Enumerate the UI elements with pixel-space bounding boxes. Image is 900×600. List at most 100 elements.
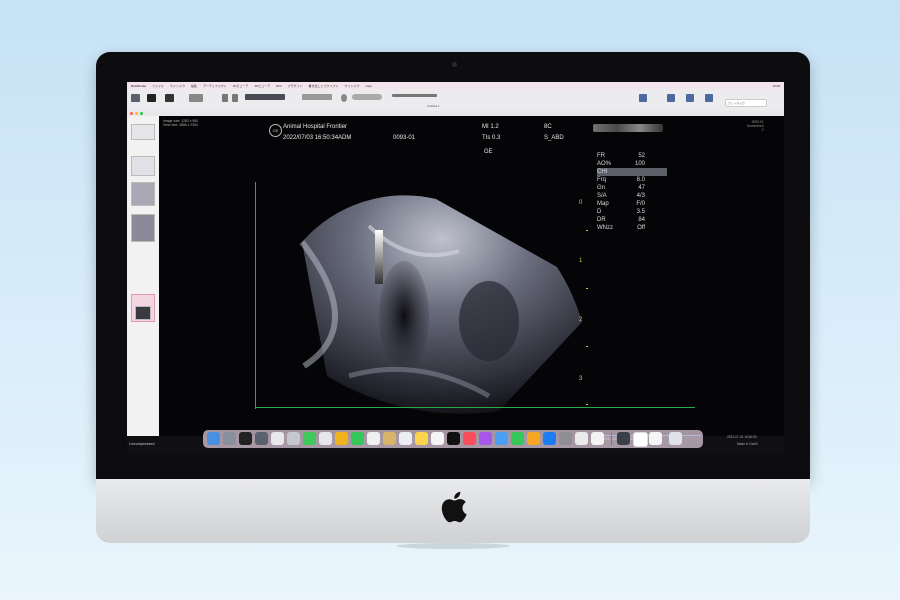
trash-icon[interactable]: [669, 432, 682, 445]
series-info: 0093-01 Uncentered 2: [747, 120, 763, 133]
export-icon[interactable]: [639, 94, 647, 102]
imac-chin: [96, 479, 810, 543]
menu-item-artifact[interactable]: アーティファクト: [203, 84, 227, 88]
share-icon[interactable]: [667, 94, 675, 102]
gray-scale-bar: [375, 230, 383, 284]
downloads-icon[interactable]: [649, 432, 662, 445]
depth-tick-label: 3: [579, 376, 583, 382]
ge-logo-text: GE: [272, 128, 279, 133]
menu-item-3d[interactable]: 3Dビューア: [254, 84, 270, 88]
active-thumbnail-image: [135, 306, 151, 320]
settings-icon[interactable]: [559, 432, 572, 445]
info-icon[interactable]: [705, 94, 713, 102]
menu-item-roi[interactable]: ROI: [276, 84, 281, 88]
depth-minor-tick: [586, 346, 588, 347]
calendar-icon[interactable]: [351, 432, 364, 445]
compression-status: Uncompressed: [129, 442, 155, 446]
menu-item-window2[interactable]: ウインドウ: [345, 84, 360, 88]
series-thumbnail[interactable]: [131, 124, 155, 140]
orientation-slider[interactable]: [392, 94, 437, 97]
probe-label: 8C: [544, 124, 552, 130]
menu-item-2d[interactable]: 2Dビューア: [233, 84, 249, 88]
layout-icon[interactable]: [302, 94, 332, 100]
menu-app-name[interactable]: OsiriX Lite: [131, 84, 146, 88]
param-key: S/A: [597, 193, 607, 199]
print-icon[interactable]: [686, 94, 694, 102]
imac: OsiriX Lite ファイル ウインドウ 編集 アーティファクト 2Dビュー…: [96, 52, 810, 549]
status-icons: [593, 124, 663, 132]
param-key: CHI: [597, 169, 608, 175]
param-value: 3.5: [636, 209, 645, 215]
stand-shadow: [396, 543, 510, 549]
param-key: FR: [597, 153, 605, 159]
caliper-vertical: [255, 182, 256, 409]
series-thumbnail[interactable]: [131, 214, 155, 242]
pages-icon[interactable]: [527, 432, 540, 445]
display-bezel: OsiriX Lite ファイル ウインドウ 編集 アーティファクト 2Dビュー…: [96, 52, 810, 479]
preview-icon[interactable]: [591, 432, 604, 445]
facetime-video-icon[interactable]: [335, 432, 348, 445]
close-icon[interactable]: [130, 112, 133, 115]
keynote-icon[interactable]: [495, 432, 508, 445]
podcasts-icon[interactable]: [479, 432, 492, 445]
zoom-window-icon[interactable]: [140, 112, 143, 115]
numbers-icon[interactable]: [511, 432, 524, 445]
database-icon[interactable]: [131, 94, 140, 102]
series-thumbnail[interactable]: [131, 156, 155, 176]
depth-tick-label: 0: [579, 200, 583, 206]
image-viewer[interactable]: [159, 116, 784, 436]
command-search-input[interactable]: コマンドを入力: [725, 99, 767, 107]
zoom-icon[interactable]: [232, 94, 238, 102]
photos-icon[interactable]: [319, 432, 332, 445]
terminal-icon[interactable]: [617, 432, 630, 445]
appletv-icon[interactable]: [447, 432, 460, 445]
bottom-date: 2022-07-03 16:50:53: [727, 435, 757, 439]
param-value: 4/3: [636, 193, 645, 199]
menu-item-export[interactable]: 書き出しとスクリプト: [309, 84, 339, 88]
chrome-icon[interactable]: [633, 432, 648, 447]
dock-separator: [611, 433, 612, 445]
launchpad-icon[interactable]: [223, 432, 236, 445]
finder-icon[interactable]: [207, 432, 220, 445]
music-icon[interactable]: [463, 432, 476, 445]
messages-icon[interactable]: [287, 432, 300, 445]
param-key: DR: [597, 217, 606, 223]
screen: OsiriX Lite ファイル ウインドウ 編集 アーティファクト 2Dビュー…: [127, 82, 784, 454]
minimize-icon[interactable]: [135, 112, 138, 115]
gear-icon[interactable]: [341, 94, 347, 102]
param-value: F/0: [636, 201, 645, 207]
safari-icon[interactable]: [575, 432, 588, 445]
document-label: Untitled 1: [427, 104, 440, 108]
roi-tools-icon[interactable]: [245, 94, 285, 100]
camera: [452, 62, 457, 67]
freeform-icon[interactable]: [431, 432, 444, 445]
menu-item-file[interactable]: ファイル: [152, 84, 164, 88]
osirix-icon[interactable]: [239, 432, 252, 445]
menu-item-edit[interactable]: 編集: [191, 84, 197, 88]
photos-booth-icon[interactable]: [271, 432, 284, 445]
ge-mark: GE: [484, 149, 493, 155]
menu-item-window[interactable]: ウインドウ: [170, 84, 185, 88]
move-icon[interactable]: [222, 94, 228, 102]
window-level-icon[interactable]: [189, 94, 203, 102]
exam-id: 0093-01: [393, 135, 416, 141]
param-value: 84: [638, 217, 645, 223]
reminders-icon[interactable]: [383, 432, 396, 445]
image-size-info: Image size: 1283 x 960 View size: 4866 x…: [163, 119, 198, 128]
series-thumbnail[interactable]: [131, 182, 155, 206]
facetime-icon[interactable]: [255, 432, 268, 445]
mechanical-index: MI 1.2: [482, 124, 499, 130]
menu-item-plugins[interactable]: プラグイン: [287, 84, 302, 88]
sync-icon[interactable]: [352, 94, 382, 100]
menu-item-help[interactable]: Help: [366, 84, 372, 88]
notes-yellow-icon[interactable]: [415, 432, 428, 445]
dock: [203, 430, 703, 448]
notes-icon[interactable]: [399, 432, 412, 445]
param-key: Map: [597, 201, 609, 207]
appstore-icon[interactable]: [543, 432, 556, 445]
contacts-icon[interactable]: [367, 432, 380, 445]
series-icon[interactable]: [165, 94, 174, 102]
series-sidebar: [127, 116, 160, 436]
viewer-icon[interactable]: [147, 94, 156, 102]
maps-icon[interactable]: [303, 432, 316, 445]
